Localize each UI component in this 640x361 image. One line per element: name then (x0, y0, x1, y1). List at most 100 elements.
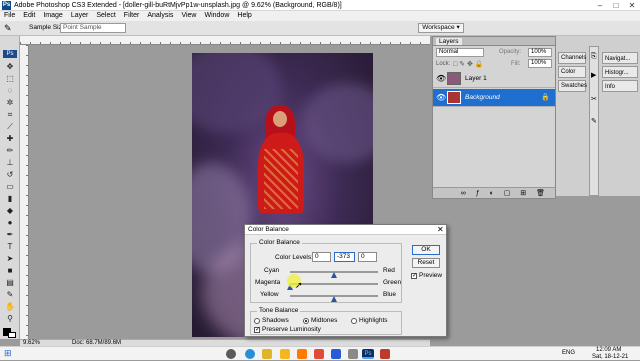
app-icon-red[interactable] (314, 349, 324, 359)
title-bar: Ps Adobe Photoshop CS3 Extended - [dolle… (0, 0, 640, 11)
menu-file[interactable]: File (0, 11, 19, 21)
pen-tool-icon[interactable]: ✒ (3, 230, 17, 240)
reset-button[interactable]: Reset (412, 258, 440, 268)
dialog-close-icon[interactable]: ✕ (437, 225, 444, 235)
blur-tool-icon[interactable]: ◆ (3, 206, 17, 216)
eyedropper-icon[interactable]: ✎ (4, 23, 18, 33)
lock-icon: 🔒 (541, 94, 550, 101)
visibility-eye-icon[interactable]: 👁 (436, 93, 446, 102)
blue-label: Blue (383, 291, 397, 298)
midtones-radio[interactable] (303, 318, 309, 324)
edge-icon[interactable] (245, 349, 255, 359)
photoshop-tool-logo: Ps (3, 50, 17, 58)
tools-icon[interactable]: ✂ (591, 95, 597, 103)
eyedropper-tool-icon[interactable]: ✎ (3, 290, 17, 300)
blend-mode-select[interactable]: Normal (436, 48, 484, 57)
histogram-panel-tab[interactable]: Histogr... (602, 66, 638, 78)
visibility-eye-icon[interactable]: 👁 (436, 74, 446, 83)
notes-tool-icon[interactable]: ▤ (3, 278, 17, 288)
opacity-input[interactable]: 100% (528, 48, 552, 57)
options-bar: ✎ Sample Size: Point Sample Workspace ▾ (0, 21, 640, 36)
vlc-icon[interactable] (297, 349, 307, 359)
navigator-panel-tab[interactable]: Navigat... (602, 52, 638, 64)
info-panel-tab[interactable]: Info (602, 80, 638, 92)
lock-icons[interactable]: □ ✎ ✥ 🔒 (453, 60, 484, 68)
shadows-radio[interactable] (254, 318, 260, 324)
yellow-blue-level-input[interactable]: 0 (358, 252, 377, 262)
app-icon-dark-red[interactable] (380, 349, 390, 359)
yellow-blue-thumb[interactable] (331, 296, 337, 302)
lasso-tool-icon[interactable]: ◌ (3, 86, 17, 96)
dock-tool-strip: ⎘ ▶ ✂ ✎ (589, 46, 599, 196)
dodge-tool-icon[interactable]: ● (3, 218, 17, 228)
magic-wand-tool-icon[interactable]: ✲ (3, 98, 17, 108)
swatches-panel-tab[interactable]: Swatches (558, 80, 587, 92)
cyan-red-thumb[interactable] (331, 272, 337, 278)
fill-input[interactable]: 100% (528, 59, 552, 68)
menu-layer[interactable]: Layer (67, 11, 93, 21)
history-brush-icon[interactable]: ↺ (3, 170, 17, 180)
menu-filter[interactable]: Filter (120, 11, 144, 21)
type-tool-icon[interactable]: T (3, 242, 17, 252)
photoshop-taskbar-icon[interactable]: Ps (362, 349, 374, 359)
marquee-tool-icon[interactable]: ⬚ (3, 74, 17, 84)
app-icon-gray[interactable] (348, 349, 358, 359)
zoom-tool-icon[interactable]: ⚲ (3, 314, 17, 324)
menu-analysis[interactable]: Analysis (143, 11, 177, 21)
workspace-button[interactable]: Workspace ▾ (418, 23, 464, 33)
search-taskbar-icon[interactable] (226, 349, 236, 359)
dialog-titlebar[interactable]: Color Balance ✕ (245, 225, 446, 235)
highlights-radio[interactable] (351, 318, 357, 324)
preview-checkbox[interactable]: ✓ (411, 273, 417, 279)
gradient-tool-icon[interactable]: ▮ (3, 194, 17, 204)
hand-tool-icon[interactable]: ✋ (3, 302, 17, 312)
clone-stamp-icon[interactable]: ⊥ (3, 158, 17, 168)
dialog-title: Color Balance (248, 226, 289, 233)
shape-tool-icon[interactable]: ■ (3, 266, 17, 276)
layers-panel: Layers Normal Opacity: 100% Lock: □ ✎ ✥ … (432, 36, 556, 199)
maximize-button[interactable]: □ (608, 0, 624, 11)
layer-row-layer1[interactable]: 👁 Layer 1 (433, 70, 555, 88)
language-indicator[interactable]: ENG (562, 350, 575, 356)
file-explorer-icon[interactable] (280, 349, 290, 359)
brush-tool-icon[interactable]: ✏ (3, 146, 17, 156)
menu-help[interactable]: Help (233, 11, 255, 21)
chrome-icon[interactable] (262, 349, 272, 359)
eraser-tool-icon[interactable]: ▭ (3, 182, 17, 192)
layer-thumbnail (447, 72, 461, 85)
minimize-button[interactable]: – (592, 0, 608, 11)
magenta-green-slider[interactable] (290, 283, 378, 285)
magenta-green-level-input[interactable]: -373 (334, 252, 355, 262)
slice-tool-icon[interactable]: ⟋ (3, 122, 17, 132)
layer-row-background[interactable]: 👁 Background 🔒 (433, 89, 555, 107)
clock-time[interactable]: 12:09 AM (596, 347, 621, 354)
ok-button[interactable]: OK (412, 245, 440, 255)
actions-icon[interactable]: ▶ (591, 71, 596, 79)
color-panel-tab[interactable]: Color (558, 66, 586, 78)
crop-tool-icon[interactable]: ⌗ (3, 110, 17, 120)
cyan-red-level-input[interactable]: 0 (312, 252, 331, 262)
right-dock: Channels Color Swatches ⎘ ▶ ✂ ✎ Navigat.… (556, 36, 640, 196)
path-selection-icon[interactable]: ➤ (3, 254, 17, 264)
layer-name: Layer 1 (465, 75, 487, 82)
channels-panel-tab[interactable]: Channels (558, 52, 586, 64)
background-color-swatch[interactable] (8, 332, 16, 338)
sample-size-select[interactable]: Point Sample (60, 23, 126, 33)
menu-select[interactable]: Select (92, 11, 119, 21)
layers-footer-buttons[interactable]: ∞ ƒ ◐ ▢ ⊞ 🗑 (433, 187, 555, 198)
menu-window[interactable]: Window (200, 11, 233, 21)
windows-start-icon[interactable]: ⊞ (4, 348, 12, 359)
menu-edit[interactable]: Edit (19, 11, 39, 21)
app-icon-blue[interactable] (331, 349, 341, 359)
layers-tab[interactable]: Layers (436, 38, 462, 45)
move-tool-icon[interactable]: ✥ (3, 62, 17, 72)
menu-view[interactable]: View (177, 11, 200, 21)
close-button[interactable]: ✕ (624, 0, 640, 11)
history-icon[interactable]: ⎘ (591, 53, 597, 61)
preserve-luminosity-checkbox[interactable]: ✓ (254, 327, 260, 333)
brushes-icon[interactable]: ✎ (591, 117, 597, 125)
menu-image[interactable]: Image (39, 11, 66, 21)
mouse-cursor-icon: ➚ (295, 280, 303, 290)
opacity-label: Opacity: (499, 49, 522, 55)
healing-brush-icon[interactable]: ✚ (3, 134, 17, 144)
